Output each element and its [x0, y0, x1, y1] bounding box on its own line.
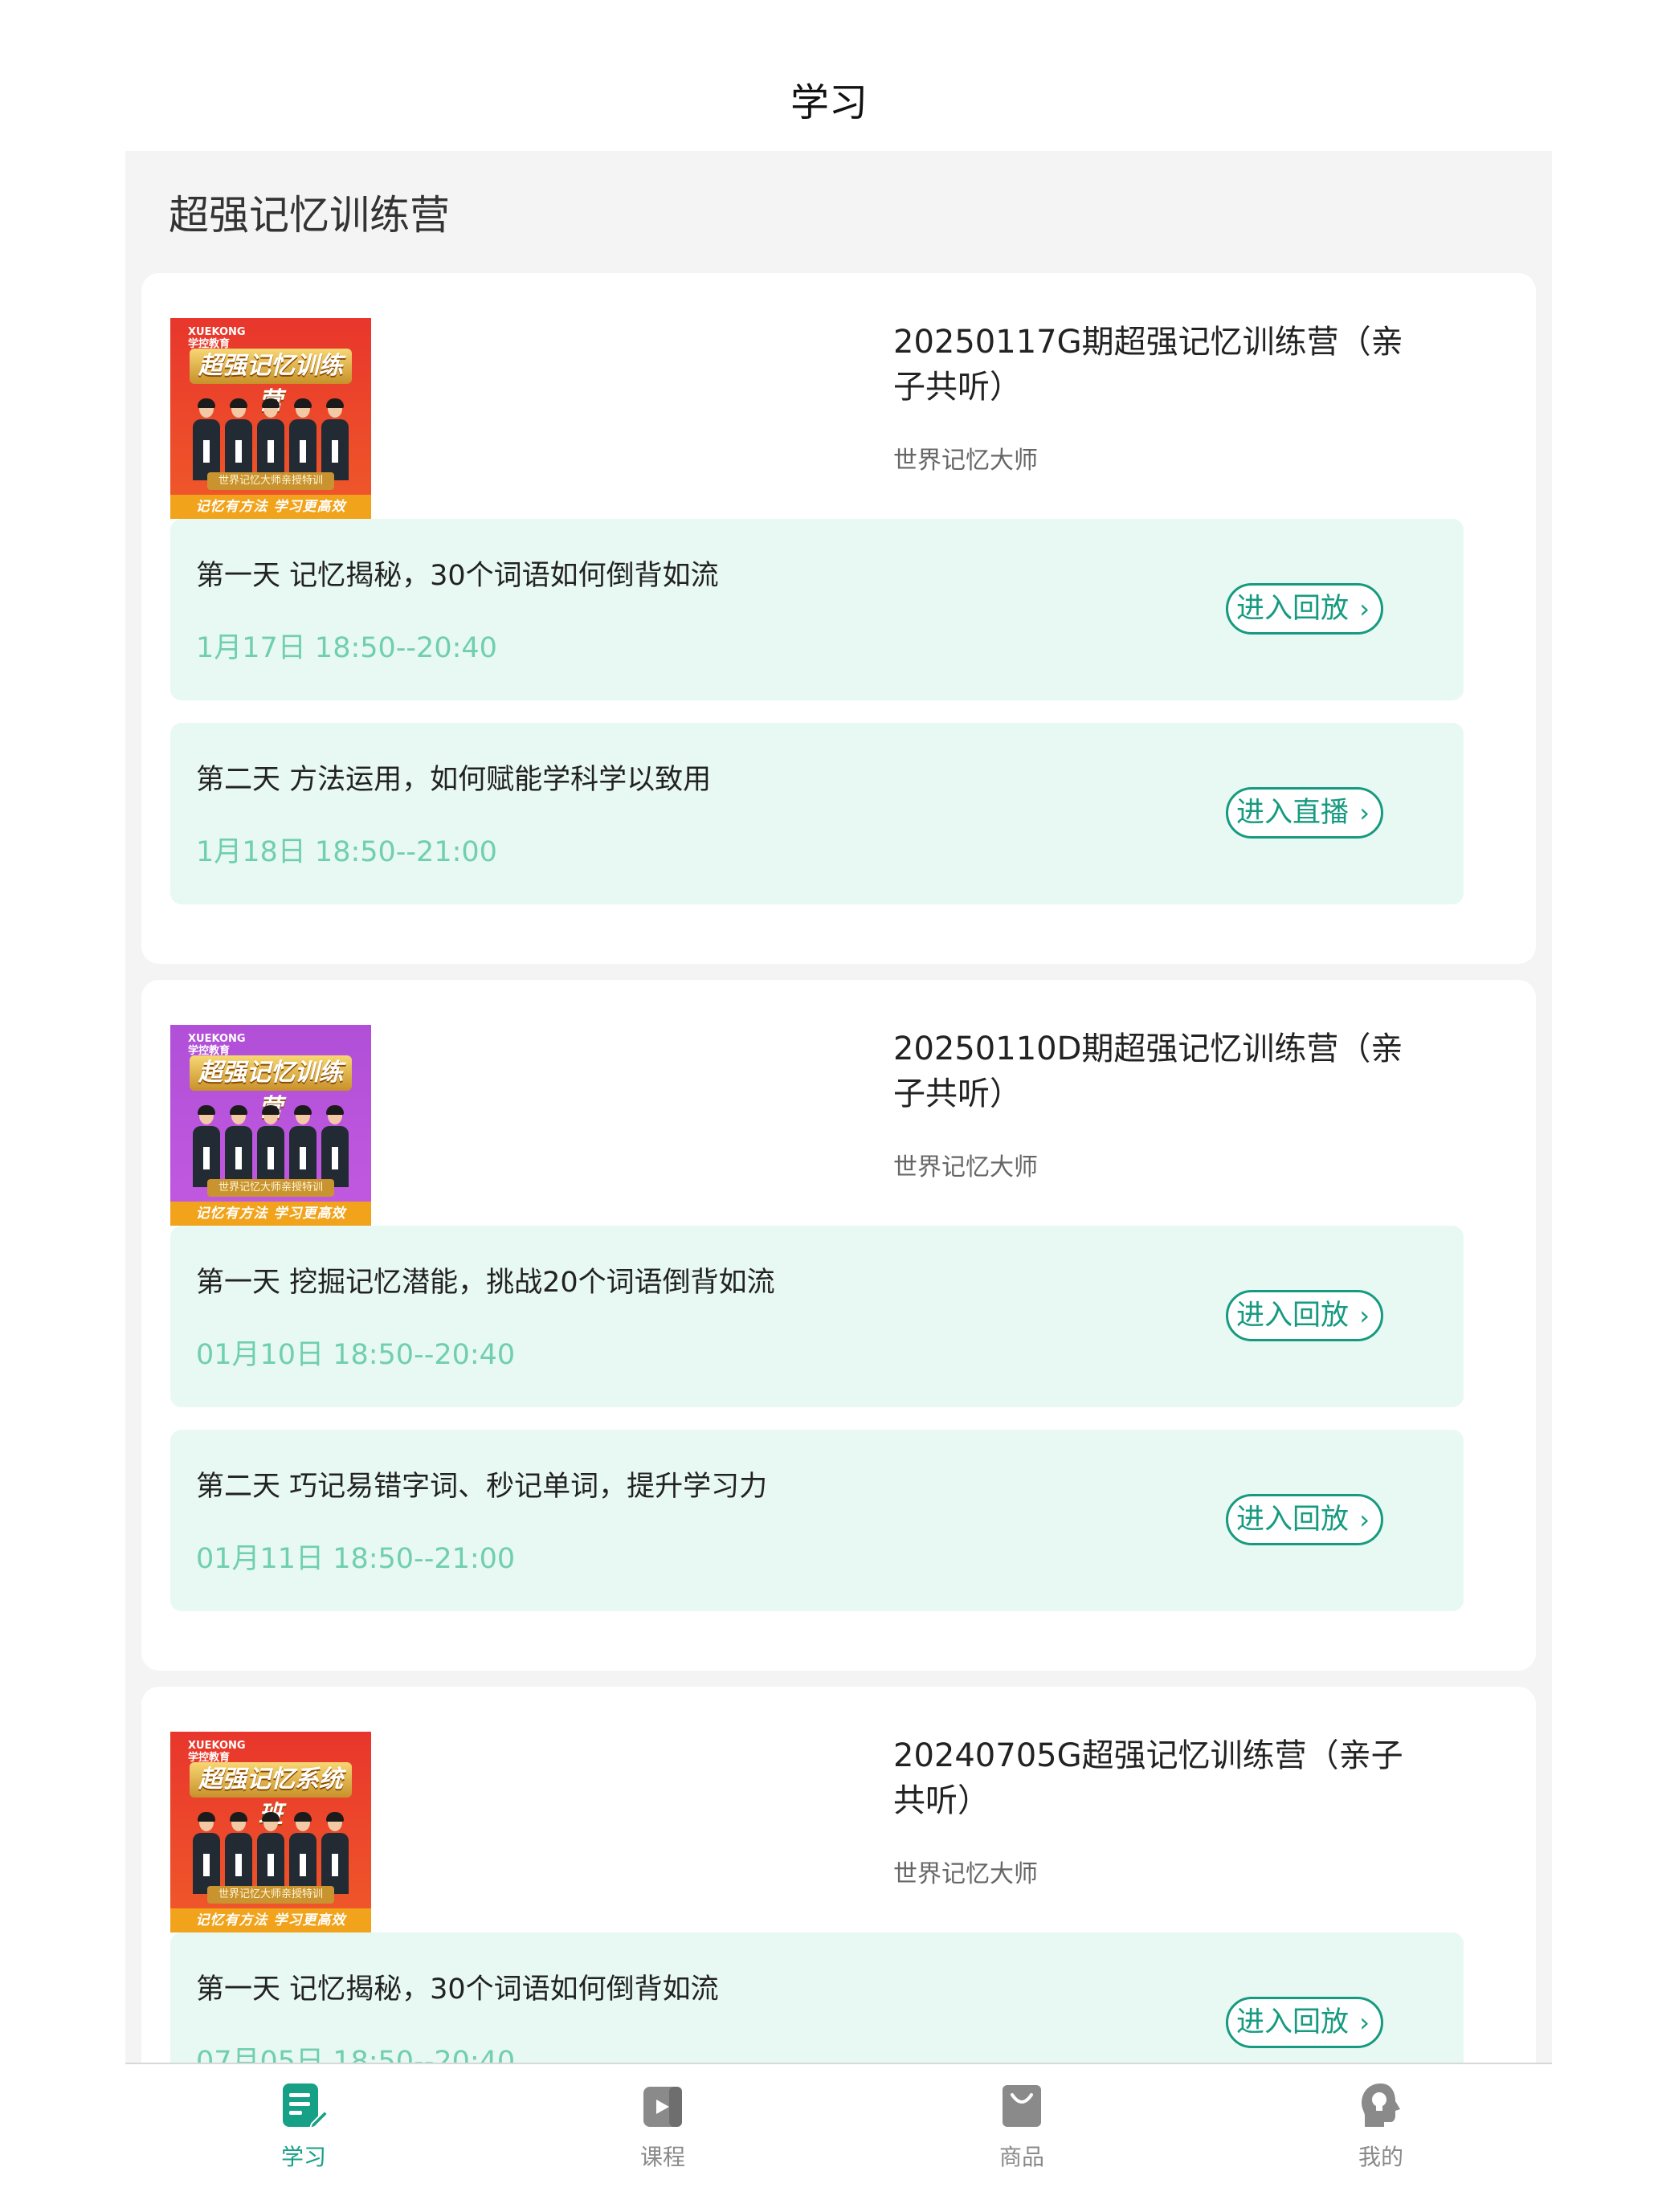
course-thumbnail[interactable]: XUEKONG学控教育 超强记忆训练营 世界记忆大师亲授特训 记忆有方法 学习更…: [170, 318, 371, 519]
lesson-title: 第一天 记忆揭秘，30个词语如何倒背如流: [196, 1973, 719, 2006]
lesson-time: 01月10日 18:50--20:40: [196, 1339, 516, 1371]
teacher-group-image: [193, 392, 349, 480]
lesson-title: 第二天 巧记易错字词、秒记单词，提升学习力: [196, 1471, 768, 1503]
tab-label: 课程: [639, 2144, 685, 2170]
thumbnail-banner: 超强记忆训练营: [190, 349, 352, 415]
lesson-title: 第二天 方法运用，如何赋能学科学以致用: [196, 764, 712, 796]
thumbnail-ribbon: 世界记忆大师亲授特训: [207, 1886, 334, 1904]
thumbnail-ribbon: 世界记忆大师亲授特训: [207, 472, 334, 490]
thumbnail-footer: 记忆有方法 学习更高效: [170, 1908, 371, 1932]
button-label: 进入回放: [1236, 2006, 1350, 2039]
replay-button[interactable]: 进入回放 ›: [1226, 1494, 1383, 1545]
course-name[interactable]: 20250117G期超强记忆训练营（亲子共听）: [893, 320, 1407, 410]
course-teacher: 世界记忆大师: [893, 1153, 1038, 1182]
button-label: 进入回放: [1236, 593, 1350, 625]
bottom-tab-bar: 学习 课程 商品 我的: [125, 2063, 1552, 2212]
bag-icon: [1003, 2085, 1041, 2127]
course-name[interactable]: 20240705G超强记忆训练营（亲子共听）: [893, 1733, 1407, 1823]
course-name[interactable]: 20250110D期超强记忆训练营（亲子共听）: [893, 1026, 1407, 1116]
lesson-item[interactable]: 第一天 记忆揭秘，30个词语如何倒背如流 1月17日 18:50--20:40 …: [170, 519, 1464, 700]
lesson-item[interactable]: 第一天 记忆揭秘，30个词语如何倒背如流 07月05日 18:50--20:40…: [170, 1932, 1464, 2063]
replay-button[interactable]: 进入回放 ›: [1226, 1290, 1383, 1341]
lesson-item[interactable]: 第二天 方法运用，如何赋能学科学以致用 1月18日 18:50--21:00 进…: [170, 723, 1464, 904]
lesson-title: 第一天 记忆揭秘，30个词语如何倒背如流: [196, 560, 719, 592]
thumbnail-ribbon: 世界记忆大师亲授特训: [207, 1179, 334, 1197]
brand-logo-text: XUEKONG 学控教育: [188, 1033, 246, 1057]
course-teacher: 世界记忆大师: [893, 447, 1038, 475]
lesson-item[interactable]: 第二天 巧记易错字词、秒记单词，提升学习力 01月11日 18:50--21:0…: [170, 1430, 1464, 1611]
video-icon: [643, 2087, 682, 2127]
chevron-right-icon: ›: [1359, 594, 1370, 624]
chevron-right-icon: ›: [1359, 2007, 1370, 2038]
chevron-right-icon: ›: [1359, 798, 1370, 828]
lesson-time: 01月11日 18:50--21:00: [196, 1543, 516, 1575]
lesson-time: 1月18日 18:50--21:00: [196, 836, 497, 868]
replay-button[interactable]: 进入回放 ›: [1226, 1997, 1383, 2048]
button-label: 进入直播: [1236, 797, 1350, 829]
tab-label: 商品: [998, 2144, 1044, 2170]
course-card: XUEKONG学控教育 超强记忆训练营 世界记忆大师亲授特训 记忆有方法 学习更…: [141, 273, 1536, 964]
button-label: 进入回放: [1236, 1300, 1350, 1332]
live-button[interactable]: 进入直播 ›: [1226, 787, 1383, 839]
course-thumbnail[interactable]: XUEKONG学控教育 超强记忆系统班 世界记忆大师亲授特训 记忆有方法 学习更…: [170, 1732, 371, 1932]
course-card: XUEKONG学控教育 超强记忆系统班 世界记忆大师亲授特训 记忆有方法 学习更…: [141, 1687, 1536, 2063]
thumbnail-banner: 超强记忆训练营: [190, 1055, 352, 1122]
brand-logo-text: XUEKONG 学控教育: [188, 326, 246, 350]
tab-mine[interactable]: 我的: [1260, 2080, 1501, 2201]
lesson-time: 1月17日 18:50--20:40: [196, 632, 497, 664]
thumbnail-footer: 记忆有方法 学习更高效: [170, 495, 371, 519]
tab-products[interactable]: 商品: [901, 2080, 1142, 2201]
tab-label: 我的: [1358, 2144, 1403, 2170]
thumbnail-footer: 记忆有方法 学习更高效: [170, 1202, 371, 1226]
course-list-panel: 超强记忆训练营 XUEKONG学控教育 超强记忆训练营 世界记忆大师亲授特训 记…: [125, 151, 1552, 2063]
course-card: XUEKONG学控教育 超强记忆训练营 世界记忆大师亲授特训 记忆有方法 学习更…: [141, 980, 1536, 1671]
chevron-right-icon: ›: [1359, 1300, 1370, 1331]
section-title: 超强记忆训练营: [169, 192, 450, 239]
teacher-group-image: [193, 1806, 349, 1894]
brand-logo-text: XUEKONG 学控教育: [188, 1740, 246, 1764]
study-icon: [283, 2083, 329, 2130]
thumbnail-banner: 超强记忆系统班: [190, 1762, 352, 1829]
course-thumbnail[interactable]: XUEKONG学控教育 超强记忆训练营 世界记忆大师亲授特训 记忆有方法 学习更…: [170, 1025, 371, 1226]
button-label: 进入回放: [1236, 1504, 1350, 1536]
lesson-item[interactable]: 第一天 挖掘记忆潜能，挑战20个词语倒背如流 01月10日 18:50--20:…: [170, 1226, 1464, 1407]
teacher-group-image: [193, 1099, 349, 1187]
profile-icon: [1362, 2083, 1400, 2127]
tab-courses[interactable]: 课程: [542, 2080, 783, 2201]
chevron-right-icon: ›: [1359, 1504, 1370, 1535]
tab-study[interactable]: 学习: [183, 2080, 424, 2201]
course-teacher: 世界记忆大师: [893, 1860, 1038, 1888]
lesson-time: 07月05日 18:50--20:40: [196, 2046, 516, 2063]
tab-label: 学习: [280, 2144, 326, 2170]
page-title: 学习: [790, 80, 868, 125]
replay-button[interactable]: 进入回放 ›: [1226, 583, 1383, 635]
lesson-title: 第一天 挖掘记忆潜能，挑战20个词语倒背如流: [196, 1267, 775, 1299]
